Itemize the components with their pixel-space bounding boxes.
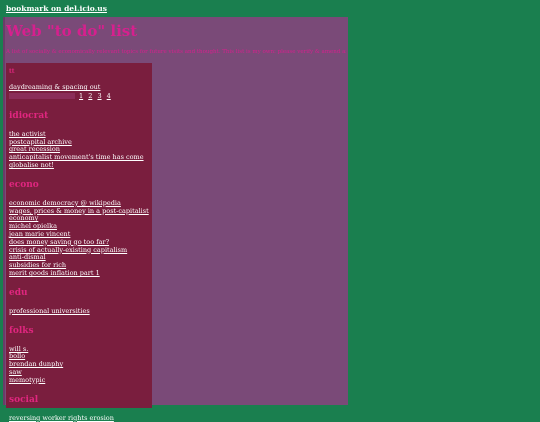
page-numbers: 1 2 3 4 xyxy=(79,92,114,100)
sidebar-section: edu professional universities xyxy=(9,286,149,316)
section-title: folks xyxy=(9,325,34,336)
page-link-3[interactable]: 3 xyxy=(97,92,101,100)
sidebar-section: econo economic democracy @ wikipedia wages… xyxy=(9,178,149,278)
sidebar-link[interactable]: will s. xyxy=(9,345,149,354)
page-container: bookmark on del.icio.us Web "to do" list… xyxy=(3,3,348,421)
page-link-1[interactable]: 1 xyxy=(79,92,83,100)
section-title: edu xyxy=(9,287,28,298)
sidebar-link[interactable]: globalise not! xyxy=(9,161,149,170)
sidebar-top-section: tt daydreaming & spacing out 1 2 3 4 xyxy=(9,66,149,101)
sidebar-section: social reversing worker rights erosion xyxy=(9,393,149,422)
sidebar-link[interactable]: daydreaming & spacing out xyxy=(9,83,149,92)
sidebar-link[interactable]: merit goods inflation part 1 xyxy=(9,269,149,278)
bookmark-link[interactable]: bookmark on del.icio.us xyxy=(6,4,107,13)
sidebar-link[interactable]: professional universities xyxy=(9,307,149,316)
section-title: social xyxy=(9,394,39,405)
sidebar-section: idiocrat the activist postcapital archive g… xyxy=(9,109,149,170)
sidebar-sections: idiocrat the activist postcapital archive g… xyxy=(9,109,149,422)
link-list: the activist postcapital archive great rec… xyxy=(9,130,149,170)
top-bar: bookmark on del.icio.us xyxy=(3,3,348,17)
sidebar-section: folks will s. bollo brendan dunphy saw memoty… xyxy=(9,324,149,385)
section-title: tt xyxy=(9,68,15,75)
pagination-bar xyxy=(9,92,75,99)
sidebar-link[interactable]: memotypic xyxy=(9,376,149,385)
link-list: professional universities xyxy=(9,307,149,316)
link-list: daydreaming & spacing out xyxy=(9,83,149,92)
sidebar: tt daydreaming & spacing out 1 2 3 4 idi… xyxy=(6,63,152,421)
pagination: 1 2 3 4 xyxy=(9,92,149,101)
page-subtitle: A list of socially & economically releva… xyxy=(6,49,346,55)
section-title: econo xyxy=(9,179,39,190)
sidebar-link[interactable]: reversing worker rights erosion xyxy=(9,414,149,422)
link-list: reversing worker rights erosion xyxy=(9,414,149,422)
page-link-4[interactable]: 4 xyxy=(107,92,111,100)
link-list: economic democracy @ wikipedia wages, pri… xyxy=(9,199,149,278)
sidebar-link[interactable]: brendan dunphy xyxy=(9,360,149,369)
section-title: idiocrat xyxy=(9,110,49,121)
sidebar-link[interactable]: wages, prices & money in a post-capitali… xyxy=(9,207,149,224)
link-list: will s. bollo brendan dunphy saw memotypic xyxy=(9,345,149,385)
page-title: Web "to do" list xyxy=(6,22,138,40)
page-link-2[interactable]: 2 xyxy=(88,92,92,100)
